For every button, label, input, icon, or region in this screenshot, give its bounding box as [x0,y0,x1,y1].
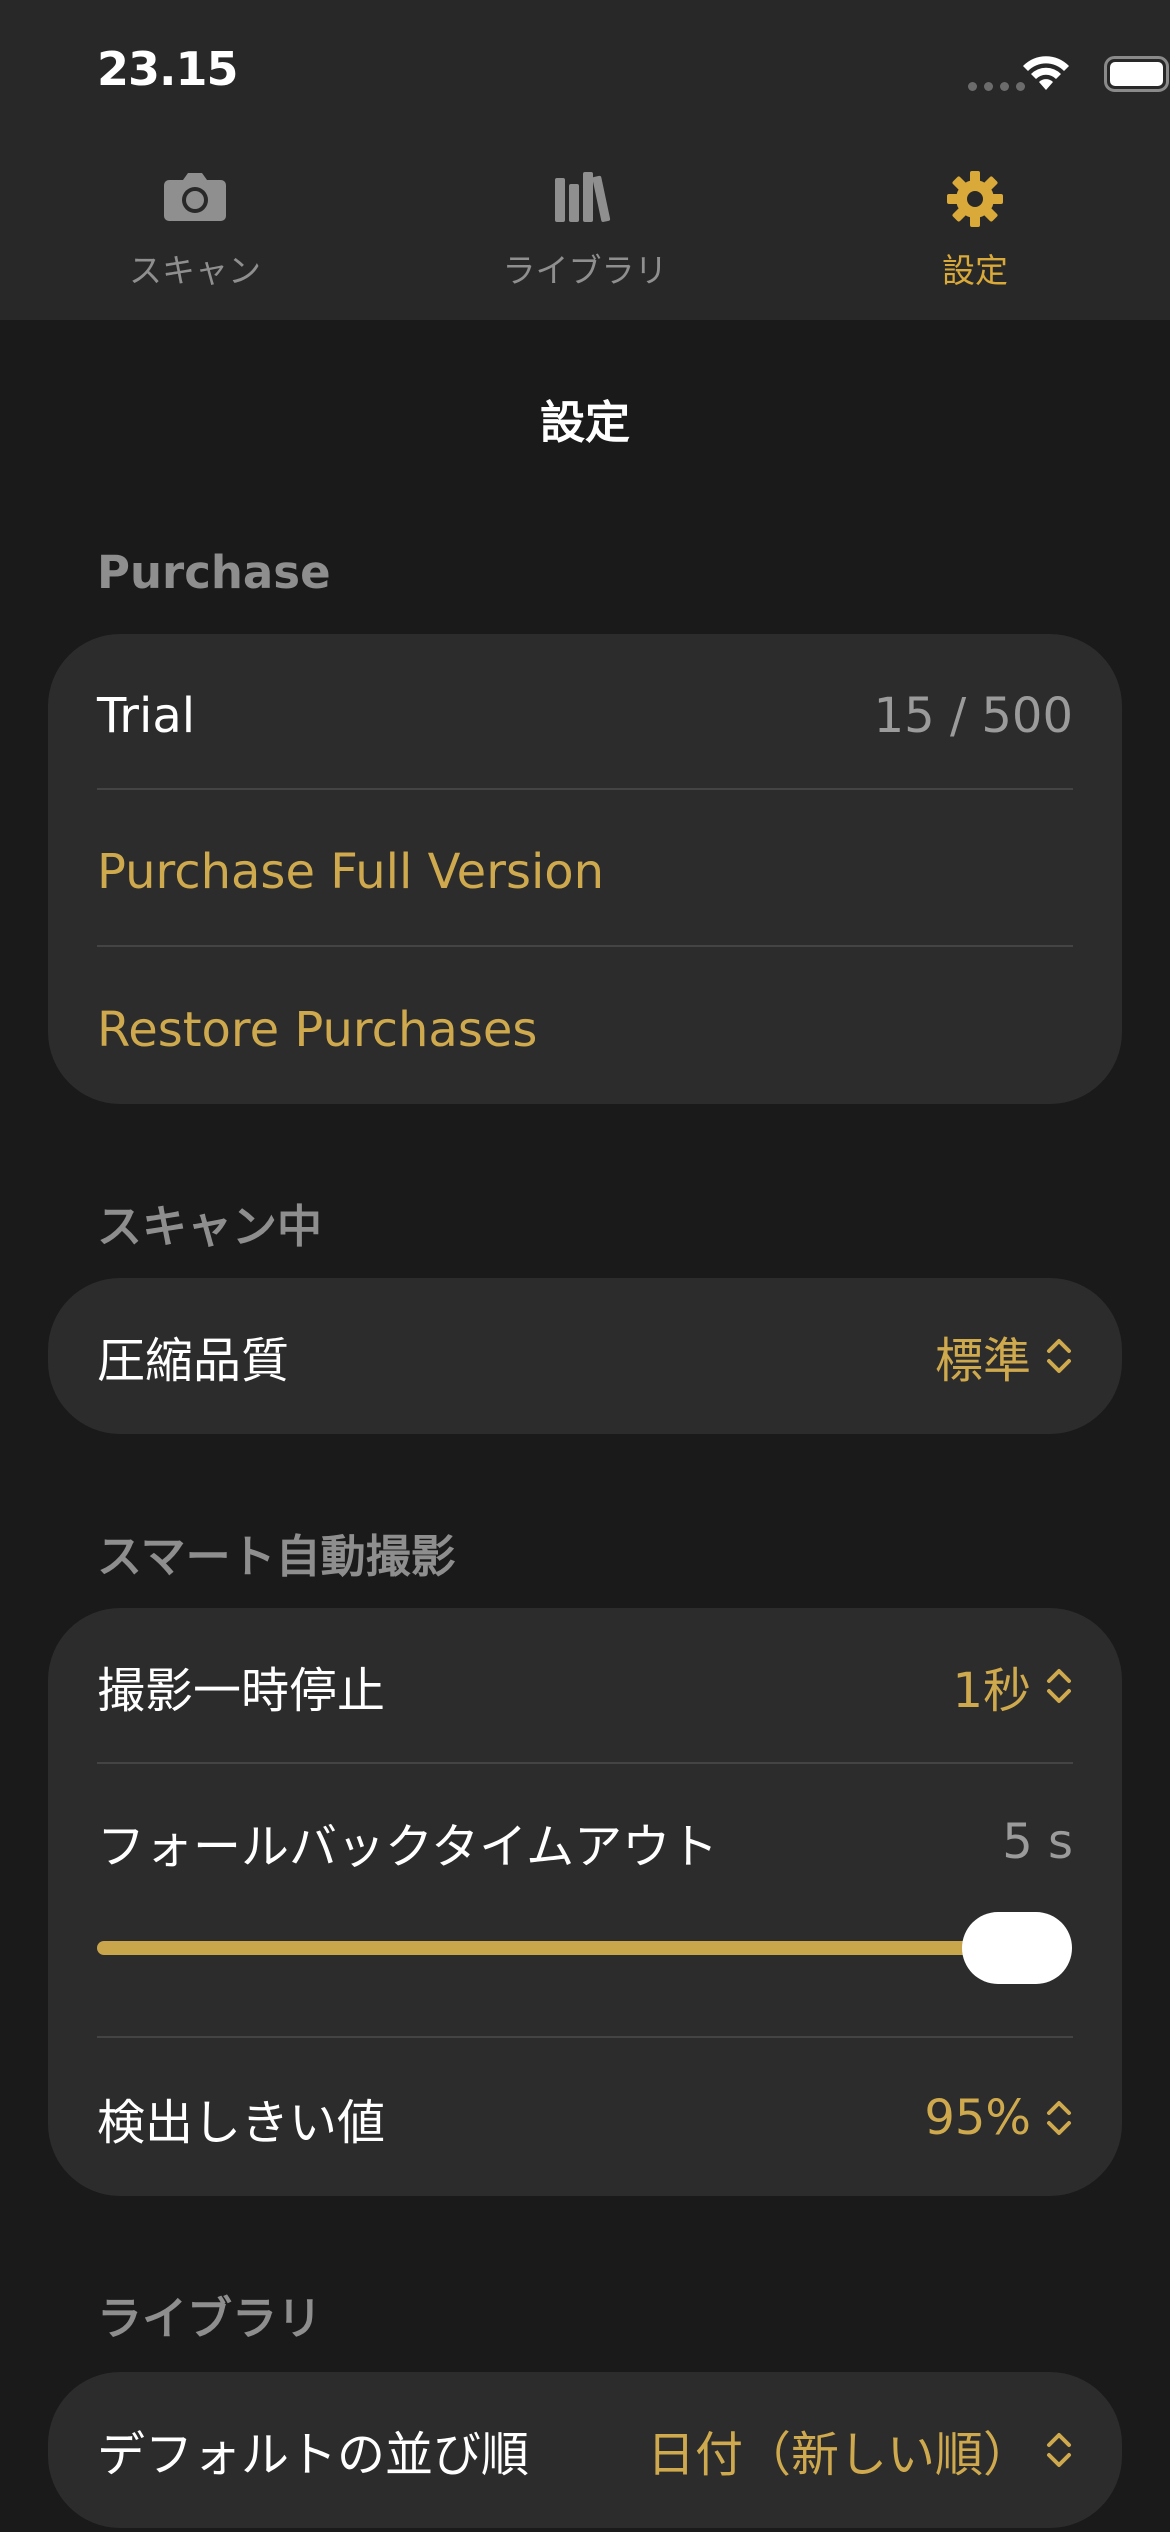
fallback-timeout-slider-track[interactable] [97,1912,1072,1984]
purchase-full-version-label: Purchase Full Version [97,844,605,900]
camera-icon [163,170,227,236]
compression-quality-row[interactable]: 圧縮品質 標準 [97,1326,1073,1389]
detection-threshold-value: 95% [924,2090,1031,2146]
fallback-timeout-row: フォールバックタイムアウト 5 s [97,1812,1073,1875]
tab-settings[interactable]: 設定 [865,170,1085,300]
section-header-purchase: Purchase [97,546,331,599]
section-header-scanning: スキャン中 [97,1200,323,1253]
library-icon [553,170,617,236]
gear-icon [946,170,1004,236]
chevron-up-down-icon [1047,2433,1071,2467]
divider [97,1762,1073,1764]
default-sort-value: 日付（新しい順） [646,2427,1031,2483]
fallback-timeout-value: 5 s [1002,1814,1073,1870]
purchase-full-version-button[interactable]: Purchase Full Version [97,842,1073,902]
cellular-signal-icon [968,82,1025,91]
compression-quality-picker[interactable]: 標準 [935,1321,1073,1391]
page-title: 設定 [539,396,630,449]
scanning-card: 圧縮品質 標準 [48,1278,1122,1434]
fallback-timeout-label: フォールバックタイムアウト [97,1819,719,1875]
capture-pause-value: 1秒 [952,1663,1031,1719]
detection-threshold-label: 検出しきい値 [97,2095,386,2151]
tab-settings-label: 設定 [942,251,1008,290]
tab-scan[interactable]: スキャン [85,170,305,300]
detection-threshold-row[interactable]: 検出しきい値 95% [97,2088,1073,2151]
default-sort-label: デフォルトの並び順 [97,2427,530,2483]
restore-purchases-button[interactable]: Restore Purchases [97,1000,1073,1060]
detection-threshold-picker[interactable]: 95% [924,2090,1073,2146]
status-time: 23.15 [97,42,239,96]
trial-label: Trial [97,688,196,744]
default-sort-picker[interactable]: 日付（新しい順） [647,2415,1073,2485]
tab-library-label: ライブラリ [502,251,668,290]
trial-row: Trial 15 / 500 [97,686,1073,746]
section-header-smart-capture: スマート自動撮影 [97,1530,456,1583]
divider [97,2036,1073,2038]
tab-library[interactable]: ライブラリ [475,170,695,300]
battery-icon [1104,56,1169,92]
library-card: デフォルトの並び順 日付（新しい順） [48,2372,1122,2528]
restore-purchases-label: Restore Purchases [97,1002,538,1058]
top-bar: 23.15 スキャン ライブラリ 設定 [0,0,1170,320]
capture-pause-row[interactable]: 撮影一時停止 1秒 [97,1656,1073,1719]
section-header-library: ライブラリ [97,2292,323,2345]
purchase-card: Trial 15 / 500 Purchase Full Version Res… [48,634,1122,1104]
wifi-icon [1023,56,1069,90]
compression-quality-value: 標準 [934,1333,1031,1389]
smart-capture-card: 撮影一時停止 1秒 フォールバックタイムアウト 5 s 検出しきい値 95% [48,1608,1122,2196]
chevron-up-down-icon [1047,2101,1071,2135]
default-sort-row[interactable]: デフォルトの並び順 日付（新しい順） [97,2420,1073,2483]
trial-count: 15 / 500 [873,688,1073,744]
capture-pause-label: 撮影一時停止 [97,1663,386,1719]
chevron-up-down-icon [1047,1339,1071,1373]
fallback-timeout-slider-thumb[interactable] [962,1912,1072,1984]
compression-quality-label: 圧縮品質 [97,1333,290,1389]
capture-pause-picker[interactable]: 1秒 [952,1651,1073,1721]
divider [97,788,1073,790]
tab-scan-label: スキャン [129,251,261,290]
chevron-up-down-icon [1047,1669,1071,1703]
divider [97,945,1073,947]
tab-bar: スキャン ライブラリ 設定 [0,170,1170,300]
